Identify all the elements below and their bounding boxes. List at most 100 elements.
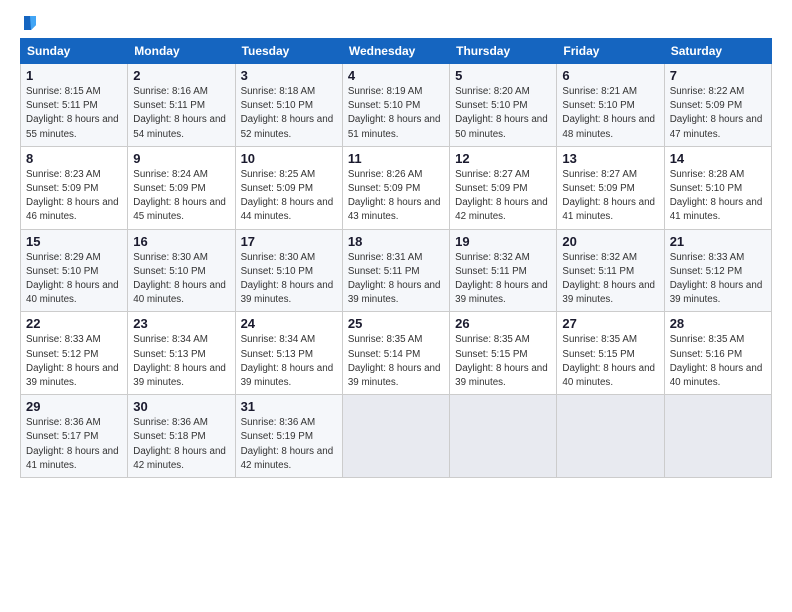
day-detail: Sunrise: 8:26 AMSunset: 5:09 PMDaylight:… bbox=[348, 168, 444, 225]
day-number: 8 bbox=[26, 151, 122, 166]
day-number: 17 bbox=[241, 234, 337, 249]
day-number: 21 bbox=[670, 234, 766, 249]
calendar-cell: 22 Sunrise: 8:33 AMSunset: 5:12 PMDayligh… bbox=[21, 312, 128, 395]
day-number: 25 bbox=[348, 316, 444, 331]
col-header-sunday: Sunday bbox=[21, 39, 128, 64]
day-detail: Sunrise: 8:28 AMSunset: 5:10 PMDaylight:… bbox=[670, 168, 766, 225]
day-number: 18 bbox=[348, 234, 444, 249]
calendar-table: SundayMondayTuesdayWednesdayThursdayFrid… bbox=[20, 38, 772, 478]
day-number: 13 bbox=[562, 151, 658, 166]
day-number: 27 bbox=[562, 316, 658, 331]
day-detail: Sunrise: 8:34 AMSunset: 5:13 PMDaylight:… bbox=[241, 333, 337, 390]
day-detail: Sunrise: 8:20 AMSunset: 5:10 PMDaylight:… bbox=[455, 85, 551, 142]
day-number: 30 bbox=[133, 399, 229, 414]
calendar-week-row: 8 Sunrise: 8:23 AMSunset: 5:09 PMDaylight… bbox=[21, 146, 772, 229]
calendar-cell: 12 Sunrise: 8:27 AMSunset: 5:09 PMDayligh… bbox=[450, 146, 557, 229]
day-detail: Sunrise: 8:23 AMSunset: 5:09 PMDaylight:… bbox=[26, 168, 122, 225]
calendar-cell: 2 Sunrise: 8:16 AMSunset: 5:11 PMDaylight… bbox=[128, 64, 235, 147]
day-number: 23 bbox=[133, 316, 229, 331]
day-detail: Sunrise: 8:36 AMSunset: 5:19 PMDaylight:… bbox=[241, 416, 337, 473]
day-number: 22 bbox=[26, 316, 122, 331]
day-detail: Sunrise: 8:30 AMSunset: 5:10 PMDaylight:… bbox=[133, 251, 229, 308]
col-header-thursday: Thursday bbox=[450, 39, 557, 64]
day-detail: Sunrise: 8:16 AMSunset: 5:11 PMDaylight:… bbox=[133, 85, 229, 142]
day-detail: Sunrise: 8:36 AMSunset: 5:18 PMDaylight:… bbox=[133, 416, 229, 473]
calendar-cell: 19 Sunrise: 8:32 AMSunset: 5:11 PMDayligh… bbox=[450, 229, 557, 312]
col-header-wednesday: Wednesday bbox=[342, 39, 449, 64]
col-header-tuesday: Tuesday bbox=[235, 39, 342, 64]
day-detail: Sunrise: 8:27 AMSunset: 5:09 PMDaylight:… bbox=[455, 168, 551, 225]
logo-icon bbox=[21, 14, 39, 32]
calendar-cell: 15 Sunrise: 8:29 AMSunset: 5:10 PMDayligh… bbox=[21, 229, 128, 312]
calendar-cell: 11 Sunrise: 8:26 AMSunset: 5:09 PMDayligh… bbox=[342, 146, 449, 229]
calendar-cell: 31 Sunrise: 8:36 AMSunset: 5:19 PMDayligh… bbox=[235, 395, 342, 478]
col-header-friday: Friday bbox=[557, 39, 664, 64]
calendar-cell: 25 Sunrise: 8:35 AMSunset: 5:14 PMDayligh… bbox=[342, 312, 449, 395]
day-detail: Sunrise: 8:32 AMSunset: 5:11 PMDaylight:… bbox=[455, 251, 551, 308]
day-detail: Sunrise: 8:35 AMSunset: 5:16 PMDaylight:… bbox=[670, 333, 766, 390]
day-number: 9 bbox=[133, 151, 229, 166]
calendar-cell: 4 Sunrise: 8:19 AMSunset: 5:10 PMDaylight… bbox=[342, 64, 449, 147]
col-header-monday: Monday bbox=[128, 39, 235, 64]
day-detail: Sunrise: 8:24 AMSunset: 5:09 PMDaylight:… bbox=[133, 168, 229, 225]
calendar-header-row: SundayMondayTuesdayWednesdayThursdayFrid… bbox=[21, 39, 772, 64]
page: SundayMondayTuesdayWednesdayThursdayFrid… bbox=[0, 0, 792, 488]
calendar-cell: 5 Sunrise: 8:20 AMSunset: 5:10 PMDaylight… bbox=[450, 64, 557, 147]
day-detail: Sunrise: 8:19 AMSunset: 5:10 PMDaylight:… bbox=[348, 85, 444, 142]
day-number: 1 bbox=[26, 68, 122, 83]
day-number: 15 bbox=[26, 234, 122, 249]
calendar-cell: 8 Sunrise: 8:23 AMSunset: 5:09 PMDaylight… bbox=[21, 146, 128, 229]
day-detail: Sunrise: 8:27 AMSunset: 5:09 PMDaylight:… bbox=[562, 168, 658, 225]
calendar-cell: 29Sunrise: 8:36 AMSunset: 5:17 PMDayligh… bbox=[21, 395, 128, 478]
day-detail: Sunrise: 8:31 AMSunset: 5:11 PMDaylight:… bbox=[348, 251, 444, 308]
day-number: 11 bbox=[348, 151, 444, 166]
day-number: 28 bbox=[670, 316, 766, 331]
day-number: 5 bbox=[455, 68, 551, 83]
day-detail: Sunrise: 8:22 AMSunset: 5:09 PMDaylight:… bbox=[670, 85, 766, 142]
day-detail: Sunrise: 8:33 AMSunset: 5:12 PMDaylight:… bbox=[26, 333, 122, 390]
day-number: 4 bbox=[348, 68, 444, 83]
calendar-cell: 23 Sunrise: 8:34 AMSunset: 5:13 PMDayligh… bbox=[128, 312, 235, 395]
calendar-cell: 21 Sunrise: 8:33 AMSunset: 5:12 PMDayligh… bbox=[664, 229, 771, 312]
day-number: 31 bbox=[241, 399, 337, 414]
calendar-cell: 17 Sunrise: 8:30 AMSunset: 5:10 PMDayligh… bbox=[235, 229, 342, 312]
day-detail: Sunrise: 8:18 AMSunset: 5:10 PMDaylight:… bbox=[241, 85, 337, 142]
calendar-cell: 18 Sunrise: 8:31 AMSunset: 5:11 PMDayligh… bbox=[342, 229, 449, 312]
calendar-cell: 1Sunrise: 8:15 AMSunset: 5:11 PMDaylight… bbox=[21, 64, 128, 147]
day-number: 19 bbox=[455, 234, 551, 249]
day-detail: Sunrise: 8:36 AMSunset: 5:17 PMDaylight:… bbox=[26, 416, 122, 473]
calendar-cell: 16 Sunrise: 8:30 AMSunset: 5:10 PMDayligh… bbox=[128, 229, 235, 312]
day-number: 7 bbox=[670, 68, 766, 83]
day-detail: Sunrise: 8:35 AMSunset: 5:14 PMDaylight:… bbox=[348, 333, 444, 390]
day-number: 2 bbox=[133, 68, 229, 83]
calendar-cell bbox=[342, 395, 449, 478]
day-number: 3 bbox=[241, 68, 337, 83]
calendar-cell: 6 Sunrise: 8:21 AMSunset: 5:10 PMDaylight… bbox=[557, 64, 664, 147]
day-number: 10 bbox=[241, 151, 337, 166]
day-number: 24 bbox=[241, 316, 337, 331]
calendar-cell: 20 Sunrise: 8:32 AMSunset: 5:11 PMDayligh… bbox=[557, 229, 664, 312]
calendar-week-row: 29Sunrise: 8:36 AMSunset: 5:17 PMDayligh… bbox=[21, 395, 772, 478]
day-detail: Sunrise: 8:30 AMSunset: 5:10 PMDaylight:… bbox=[241, 251, 337, 308]
day-number: 12 bbox=[455, 151, 551, 166]
calendar-cell: 14 Sunrise: 8:28 AMSunset: 5:10 PMDayligh… bbox=[664, 146, 771, 229]
calendar-cell: 24 Sunrise: 8:34 AMSunset: 5:13 PMDayligh… bbox=[235, 312, 342, 395]
calendar-week-row: 1Sunrise: 8:15 AMSunset: 5:11 PMDaylight… bbox=[21, 64, 772, 147]
day-number: 14 bbox=[670, 151, 766, 166]
day-detail: Sunrise: 8:34 AMSunset: 5:13 PMDaylight:… bbox=[133, 333, 229, 390]
calendar-cell: 26Sunrise: 8:35 AMSunset: 5:15 PMDayligh… bbox=[450, 312, 557, 395]
calendar-cell: 3 Sunrise: 8:18 AMSunset: 5:10 PMDaylight… bbox=[235, 64, 342, 147]
day-detail: Sunrise: 8:35 AMSunset: 5:15 PMDaylight:… bbox=[455, 333, 551, 390]
calendar-cell: 28 Sunrise: 8:35 AMSunset: 5:16 PMDayligh… bbox=[664, 312, 771, 395]
day-number: 16 bbox=[133, 234, 229, 249]
day-detail: Sunrise: 8:33 AMSunset: 5:12 PMDaylight:… bbox=[670, 251, 766, 308]
calendar-week-row: 22 Sunrise: 8:33 AMSunset: 5:12 PMDayligh… bbox=[21, 312, 772, 395]
day-number: 20 bbox=[562, 234, 658, 249]
day-detail: Sunrise: 8:21 AMSunset: 5:10 PMDaylight:… bbox=[562, 85, 658, 142]
day-detail: Sunrise: 8:35 AMSunset: 5:15 PMDaylight:… bbox=[562, 333, 658, 390]
day-number: 6 bbox=[562, 68, 658, 83]
calendar-cell bbox=[664, 395, 771, 478]
calendar-cell bbox=[450, 395, 557, 478]
day-detail: Sunrise: 8:29 AMSunset: 5:10 PMDaylight:… bbox=[26, 251, 122, 308]
day-detail: Sunrise: 8:32 AMSunset: 5:11 PMDaylight:… bbox=[562, 251, 658, 308]
